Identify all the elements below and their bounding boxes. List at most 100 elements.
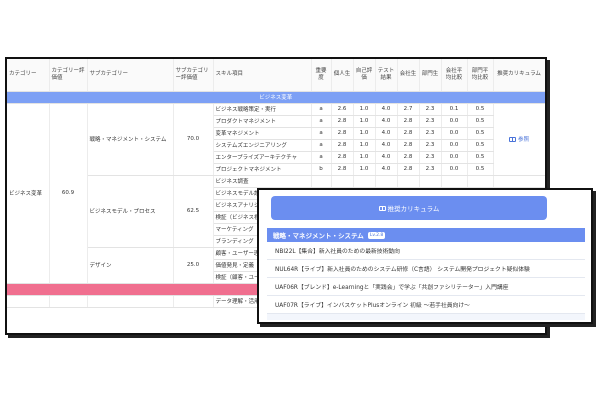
score-cell	[419, 175, 442, 188]
score-cell: 2.8	[331, 151, 354, 164]
score-cell	[353, 175, 376, 188]
table-row: ビジネス変革 60.9 戦略・マネジメント・システム 70.0 ビジネス戦略策定・実行 a…	[7, 103, 545, 284]
score-cell: 0.0	[441, 163, 468, 176]
score-cell: 4.0	[375, 115, 398, 128]
course-title[interactable]: NUL64R【ライブ】新入社員のためのシステム研修（C言語） システム開発プロジ…	[275, 264, 530, 273]
score-cell: 2.8	[397, 139, 420, 152]
score-cell	[441, 175, 468, 188]
score-cell: 0.0	[441, 127, 468, 140]
column-header: 重要度	[311, 59, 332, 92]
course-title[interactable]: NBI22L【集合】新入社員のための最新技術動向	[275, 246, 400, 255]
empty-cell	[87, 295, 174, 308]
importance: a	[311, 103, 332, 116]
level-badge: Lv.2.8	[367, 231, 386, 239]
score-cell: 2.6	[331, 103, 354, 116]
skill-name: システムズエンジニアリング	[213, 139, 312, 152]
score-cell: 1.0	[353, 103, 376, 116]
subcategory-name: 戦略・マネジメント・システム	[87, 103, 174, 176]
empty-cell	[173, 295, 214, 308]
curriculum-popup-title: 推奨カリキュラム	[387, 205, 440, 213]
column-header: 推奨カリキュラム	[493, 59, 545, 92]
score-cell: 1.0	[353, 151, 376, 164]
score-cell: 1.0	[353, 163, 376, 176]
score-cell: 1.0	[353, 139, 376, 152]
score-cell: 4.0	[375, 151, 398, 164]
subcategory-name: ビジネスモデル・プロセス	[87, 175, 174, 248]
importance: b	[311, 163, 332, 176]
score-cell: 2.8	[397, 151, 420, 164]
score-cell: 2.8	[397, 127, 420, 140]
course-item[interactable]: NBI22L【集合】新入社員のための最新技術動向	[267, 242, 585, 260]
skill-name: エンタープライズアーキテクチャ	[213, 151, 312, 164]
column-header: 部門生	[419, 59, 442, 92]
score-cell: 4.0	[375, 163, 398, 176]
category-band-label: ビジネス変革	[7, 91, 545, 104]
column-header: 部門平均比較	[467, 59, 494, 92]
subcategory-name: デザイン	[87, 247, 174, 284]
category-score: 60.9	[49, 103, 88, 284]
curriculum-cell	[493, 175, 545, 188]
course-title[interactable]: UAF07R【ライブ】インバスケットPlusオンライン 初級 ～若手社員向け～	[275, 300, 470, 309]
score-cell: 0.0	[441, 115, 468, 128]
score-cell: 0.0	[441, 139, 468, 152]
subcategory-score: 70.0	[173, 103, 214, 176]
subcategory-score: 62.5	[173, 175, 214, 248]
column-header: スキル項目	[213, 59, 312, 92]
score-cell: 2.3	[419, 103, 442, 116]
score-cell: 4.0	[375, 139, 398, 152]
importance: a	[311, 115, 332, 128]
skill-name: プロダクトマネジメント	[213, 115, 312, 128]
column-header: 会社平均比較	[441, 59, 468, 92]
column-header: 自己評価	[353, 59, 376, 92]
curriculum-group-name: 戦略・マネジメント・システム	[273, 232, 364, 240]
score-cell: 0.5	[467, 151, 494, 164]
score-cell: 0.1	[441, 103, 468, 116]
curriculum-group-title: 戦略・マネジメント・システム Lv.2.8	[267, 228, 585, 242]
score-cell	[467, 175, 494, 188]
category-band: ビジネス変革	[7, 91, 545, 104]
score-cell: 0.5	[467, 115, 494, 128]
score-cell: 2.8	[397, 163, 420, 176]
curriculum-link[interactable]: 参照	[493, 103, 545, 176]
score-cell: 2.8	[331, 163, 354, 176]
curriculum-popup-header: 推奨カリキュラム	[271, 196, 547, 220]
category-name: ビジネス変革	[7, 103, 50, 284]
score-cell: 2.8	[331, 115, 354, 128]
curriculum-link-label[interactable]: 参照	[518, 137, 529, 143]
table-row: ビジネスモデル・プロセス 62.5 ビジネス調査	[7, 175, 545, 248]
score-cell	[331, 175, 354, 188]
empty-cell	[49, 295, 88, 308]
course-item[interactable]: UAF07R【ライブ】インバスケットPlusオンライン 初級 ～若手社員向け～	[267, 296, 585, 314]
score-cell	[397, 175, 420, 188]
score-cell	[375, 175, 398, 188]
importance	[311, 175, 332, 188]
score-cell: 2.3	[419, 127, 442, 140]
course-title[interactable]: UAF06R【ブレンド】e-Learningと「実践会」で学ぶ「共創ファシリテー…	[275, 282, 508, 291]
book-icon	[378, 205, 386, 211]
score-cell: 4.0	[375, 127, 398, 140]
score-cell: 2.8	[331, 127, 354, 140]
score-cell: 0.0	[441, 151, 468, 164]
score-cell: 2.8	[331, 139, 354, 152]
score-cell: 1.0	[353, 127, 376, 140]
column-header: サブカテゴリー	[87, 59, 174, 92]
column-header: サブカテゴリー評価値	[173, 59, 214, 92]
course-item[interactable]: UAF06R【ブレンド】e-Learningと「実践会」で学ぶ「共創ファシリテー…	[267, 278, 585, 296]
score-cell: 2.8	[397, 115, 420, 128]
importance: a	[311, 139, 332, 152]
skill-name: 変革マネジメント	[213, 127, 312, 140]
column-header: 個人生	[331, 59, 354, 92]
score-cell: 2.7	[397, 103, 420, 116]
score-cell: 1.0	[353, 115, 376, 128]
score-cell: 0.5	[467, 127, 494, 140]
empty-cell	[7, 295, 50, 308]
score-cell: 2.3	[419, 163, 442, 176]
importance: a	[311, 151, 332, 164]
subcategory-score: 25.0	[173, 247, 214, 284]
course-item[interactable]: NUL64R【ライブ】新入社員のためのシステム研修（C言語） システム開発プロジ…	[267, 260, 585, 278]
curriculum-panel: 戦略・マネジメント・システム Lv.2.8 NBI22L【集合】新入社員のための…	[267, 228, 585, 320]
column-header: カテゴリー評価値	[49, 59, 88, 92]
curriculum-popup: 推奨カリキュラム 戦略・マネジメント・システム Lv.2.8 NBI22L【集合…	[257, 188, 593, 324]
score-cell: 2.3	[419, 139, 442, 152]
score-cell: 4.0	[375, 103, 398, 116]
